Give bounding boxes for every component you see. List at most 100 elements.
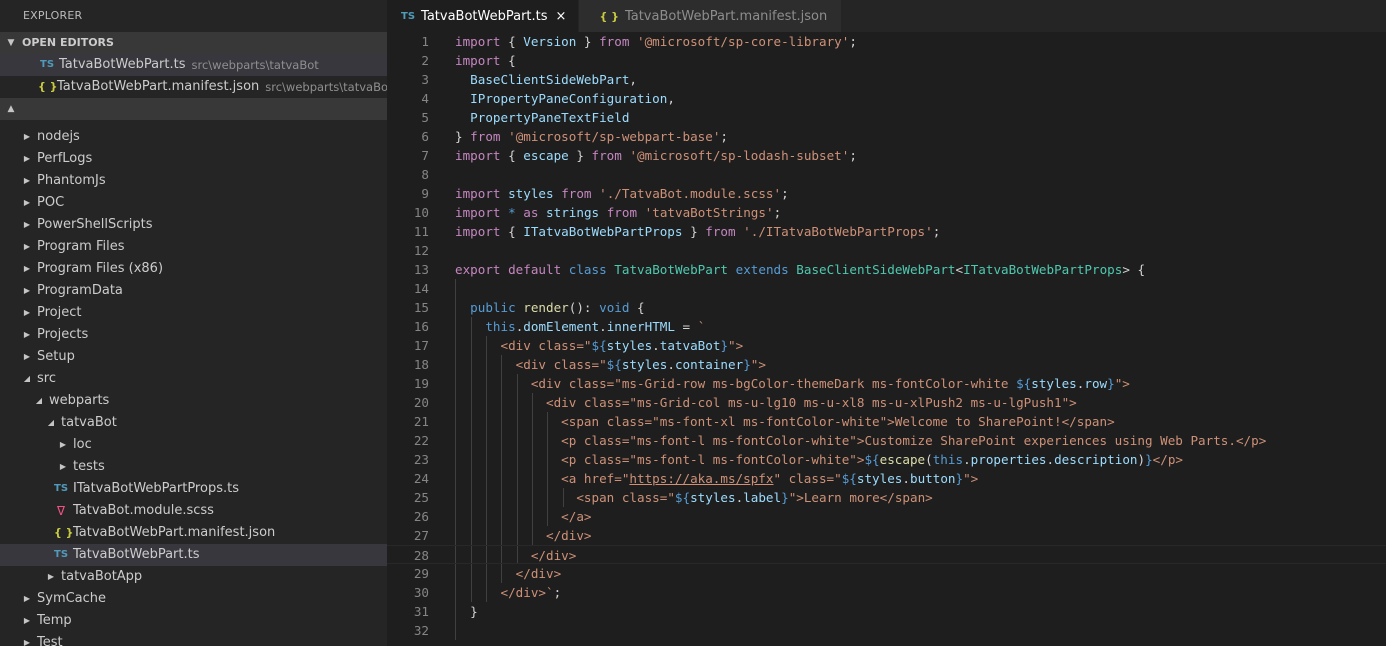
tree-label: src bbox=[37, 371, 56, 386]
line-number: 20 bbox=[413, 395, 429, 410]
tree-label: POC bbox=[37, 195, 65, 210]
code-line: 10 import * as strings from 'tatvaBotStri… bbox=[387, 203, 1386, 222]
chevron-right-icon: ▶ bbox=[23, 286, 31, 295]
code-text: </div> bbox=[546, 528, 592, 543]
line-number: 3 bbox=[421, 72, 429, 87]
line-number: 7 bbox=[421, 148, 429, 163]
code-line: 13 export default class TatvaBotWebPart e… bbox=[387, 260, 1386, 279]
tree-folder-program-files-x86[interactable]: ▶ Program Files (x86) bbox=[0, 258, 387, 280]
code-line: 27 </div> bbox=[387, 526, 1386, 545]
line-number: 6 bbox=[421, 129, 429, 144]
code-text: IPropertyPaneConfiguration, bbox=[470, 91, 675, 106]
code-line: 18 <div class="${styles.container}"> bbox=[387, 355, 1386, 374]
chevron-right-icon: ▶ bbox=[23, 220, 31, 229]
code-text: this.domElement.innerHTML = ` bbox=[485, 319, 706, 334]
tab-manifest-json[interactable]: { } TatvaBotWebPart.manifest.json bbox=[579, 0, 843, 32]
close-icon[interactable]: × bbox=[556, 9, 567, 24]
tree-folder-webparts[interactable]: ◢ webparts bbox=[0, 390, 387, 412]
code-text: <p class="ms-font-l ms-fontColor-white">… bbox=[561, 452, 1184, 467]
line-number: 28 bbox=[413, 548, 429, 563]
tree-folder-programdata[interactable]: ▶ ProgramData bbox=[0, 280, 387, 302]
line-number: 29 bbox=[413, 566, 429, 581]
tree-folder-project[interactable]: ▶ Project bbox=[0, 302, 387, 324]
code-line: 26 </a> bbox=[387, 507, 1386, 526]
tree-file-tatvabotwebpart-ts[interactable]: TS TatvaBotWebPart.ts bbox=[0, 544, 387, 566]
tree-folder-program-files[interactable]: ▶ Program Files bbox=[0, 236, 387, 258]
tree-folder-poc[interactable]: ▶ POC bbox=[0, 192, 387, 214]
tree-label: loc bbox=[73, 437, 92, 452]
chevron-right-icon: ▶ bbox=[23, 308, 31, 317]
code-text: import { ITatvaBotWebPartProps } from '.… bbox=[455, 224, 941, 239]
open-editor-path: src\webparts\tatvaBot bbox=[191, 58, 319, 72]
tree-folder-powershellscripts[interactable]: ▶ PowerShellScripts bbox=[0, 214, 387, 236]
chevron-right-icon: ▶ bbox=[23, 352, 31, 361]
editor-tabs: TS TatvaBotWebPart.ts × { } TatvaBotWebP… bbox=[387, 0, 1386, 32]
tree-folder-perflogs[interactable]: ▶ PerfLogs bbox=[0, 148, 387, 170]
tree-label: TatvaBotWebPart.manifest.json bbox=[73, 525, 276, 540]
tree-label: Temp bbox=[37, 613, 72, 628]
code-text: <p class="ms-font-l ms-fontColor-white">… bbox=[561, 433, 1267, 448]
tab-tatvabotwebpart-ts[interactable]: TS TatvaBotWebPart.ts × bbox=[387, 0, 580, 32]
open-editor-item[interactable]: { } TatvaBotWebPart.manifest.json src\we… bbox=[0, 76, 387, 98]
line-number: 27 bbox=[413, 528, 429, 543]
open-editor-item[interactable]: TS TatvaBotWebPart.ts src\webparts\tatva… bbox=[0, 54, 387, 76]
tree-file-itatvabotwebpartprops[interactable]: TS ITatvaBotWebPartProps.ts bbox=[0, 478, 387, 500]
tree-folder-src[interactable]: ◢ src bbox=[0, 368, 387, 390]
json-file-icon: { } bbox=[54, 526, 74, 539]
code-text: import * as strings from 'tatvaBotString… bbox=[455, 205, 782, 220]
line-number: 30 bbox=[413, 585, 429, 600]
open-editors-section-header[interactable]: ▼ OPEN EDITORS bbox=[0, 32, 387, 54]
tree-label: PowerShellScripts bbox=[37, 217, 153, 232]
line-number: 23 bbox=[413, 452, 429, 467]
tree-label: SymCache bbox=[37, 591, 107, 606]
chevron-right-icon: ▶ bbox=[23, 594, 31, 603]
code-line: 1 import { Version } from '@microsoft/sp-… bbox=[387, 32, 1386, 51]
code-line: 8 bbox=[387, 165, 1386, 184]
folder-section-header[interactable]: ▲ bbox=[0, 98, 387, 120]
tab-label: TatvaBotWebPart.manifest.json bbox=[624, 8, 828, 24]
editor-area: TS TatvaBotWebPart.ts × { } TatvaBotWebP… bbox=[387, 0, 1386, 646]
tree-folder-temp[interactable]: ▶ Temp bbox=[0, 610, 387, 632]
tree-folder-tatvabotapp[interactable]: ▶ tatvaBotApp bbox=[0, 566, 387, 588]
tree-label: Program Files bbox=[37, 239, 125, 254]
tree-folder-nodejs[interactable]: ▶ nodejs bbox=[0, 126, 387, 148]
sass-file-icon: ᐁ bbox=[56, 504, 66, 518]
code-text: </div> bbox=[530, 548, 577, 563]
code-text: <div class="ms-Grid-col ms-u-lg10 ms-u-x… bbox=[546, 395, 1077, 410]
code-line: 31 } bbox=[387, 602, 1386, 621]
tree-label: Projects bbox=[37, 327, 89, 342]
tree-label: tests bbox=[73, 459, 105, 474]
tree-folder-symcache[interactable]: ▶ SymCache bbox=[0, 588, 387, 610]
tree-folder-projects[interactable]: ▶ Projects bbox=[0, 324, 387, 346]
tree-label: tatvaBotApp bbox=[61, 569, 143, 584]
typescript-file-icon: TS bbox=[54, 483, 69, 494]
open-editor-name: TatvaBotWebPart.manifest.json bbox=[57, 79, 260, 94]
line-number: 9 bbox=[421, 186, 429, 201]
tree-label: nodejs bbox=[37, 129, 80, 144]
code-text: </a> bbox=[561, 509, 592, 524]
code-line: 22 <p class="ms-font-l ms-fontColor-whit… bbox=[387, 431, 1386, 450]
tree-folder-tatvabot[interactable]: ◢ tatvaBot bbox=[0, 412, 387, 434]
tree-folder-tests[interactable]: ▶ tests bbox=[0, 456, 387, 478]
line-number: 13 bbox=[413, 262, 429, 277]
code-editor[interactable]: 1 import { Version } from '@microsoft/sp-… bbox=[387, 32, 1386, 646]
line-number: 22 bbox=[413, 433, 429, 448]
tree-folder-test[interactable]: ▶ Test bbox=[0, 632, 387, 646]
line-number: 16 bbox=[413, 319, 429, 334]
code-line: 32 bbox=[387, 621, 1386, 640]
chevron-right-icon: ▶ bbox=[59, 462, 67, 471]
tree-label: Program Files (x86) bbox=[37, 261, 164, 276]
tree-folder-phantomjs[interactable]: ▶ PhantomJs bbox=[0, 170, 387, 192]
tree-file-tatvabot-module-scss[interactable]: ᐁ TatvaBot.module.scss bbox=[0, 500, 387, 522]
line-number: 15 bbox=[413, 300, 429, 315]
chevron-down-icon: ▲ bbox=[7, 104, 15, 114]
chevron-right-icon: ▶ bbox=[23, 198, 31, 207]
chevron-down-icon: ◢ bbox=[23, 374, 31, 383]
line-number: 26 bbox=[413, 509, 429, 524]
tree-folder-loc[interactable]: ▶ loc bbox=[0, 434, 387, 456]
code-text: BaseClientSideWebPart, bbox=[470, 72, 637, 87]
code-line: 2 import { bbox=[387, 51, 1386, 70]
tree-file-tatvabotwebpart-manifest[interactable]: { } TatvaBotWebPart.manifest.json bbox=[0, 522, 387, 544]
tab-label: TatvaBotWebPart.ts bbox=[421, 8, 548, 24]
tree-folder-setup[interactable]: ▶ Setup bbox=[0, 346, 387, 368]
